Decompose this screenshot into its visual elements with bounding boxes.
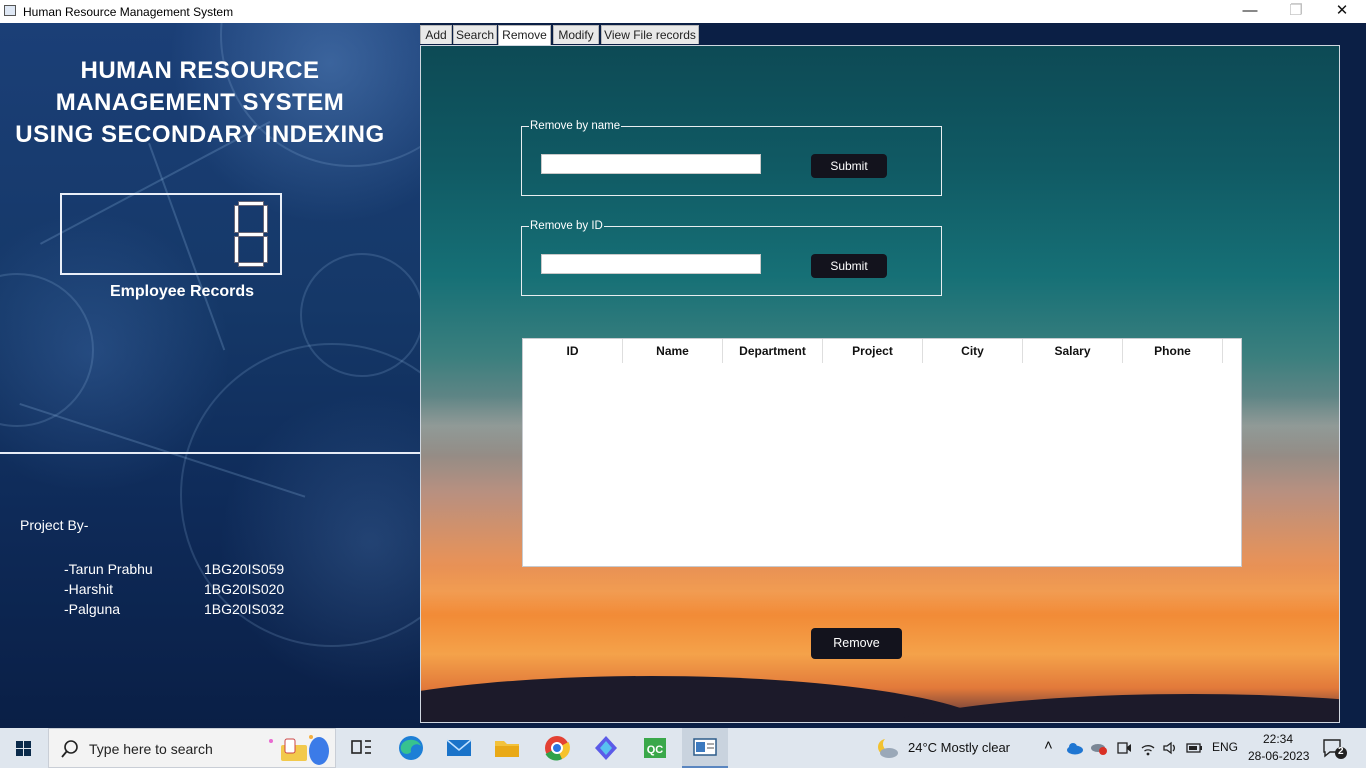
onedrive-icon[interactable] [1066,741,1084,755]
member-name: -Palguna [64,601,121,617]
member-usn: 1BG20IS032 [204,601,285,617]
weather-moon-icon [878,737,898,758]
column-header-city[interactable]: City [923,339,1023,363]
window-titlebar: Human Resource Management System — ❐ ✕ [0,0,1366,23]
show-hidden-icons-chevron-icon[interactable]: ˄ [1044,737,1053,754]
project-by-label: Project By- [20,517,89,533]
remove-by-name-submit-button[interactable]: Submit [811,154,887,178]
remove-by-id-submit-button[interactable]: Submit [811,254,887,278]
mail-icon [446,739,472,756]
hrms-app-button[interactable] [682,728,728,768]
window-title: Human Resource Management System [23,5,234,19]
weather-text[interactable]: 24°C Mostly clear [908,740,1010,755]
file-explorer-button[interactable] [486,728,528,768]
search-highlight-icon [269,735,329,765]
remove-by-name-group: Remove by name Submit [521,120,942,196]
language-indicator[interactable]: ENG [1212,740,1238,754]
app-icon [4,5,16,16]
chrome-app-button[interactable] [536,728,578,768]
clock-time[interactable]: 22:34 [1263,732,1293,746]
chrome-icon [545,736,570,761]
member-usn: 1BG20IS020 [204,581,285,597]
tab-view-file-records[interactable]: View File records [601,25,699,44]
copilot-app-button[interactable] [585,728,627,768]
folder-icon [495,741,519,757]
remove-tab-panel: Remove by name Submit Remove by ID Submi… [420,45,1340,723]
taskbar-search-box[interactable]: Type here to search [48,728,336,768]
remove-by-id-input[interactable] [541,254,761,274]
search-placeholder: Type here to search [89,741,213,757]
notification-count-badge: 2 [1338,746,1344,757]
member-name: -Harshit [64,581,114,597]
remove-button[interactable]: Remove [811,628,902,659]
qt-icon: QC [644,738,666,758]
windows-icon [16,741,31,756]
task-view-button[interactable] [340,728,382,768]
column-header-id[interactable]: ID [523,339,623,363]
maximize-button[interactable]: ❐ [1273,0,1319,23]
battery-icon[interactable] [1186,740,1204,756]
tab-search[interactable]: Search [453,25,497,44]
mail-app-button[interactable] [438,728,480,768]
wifi-icon[interactable] [1140,740,1156,756]
remove-by-id-legend: Remove by ID [530,220,603,232]
member-name: -Tarun Prabhu [64,561,153,577]
sky-haze [421,566,1339,616]
tab-add[interactable]: Add [420,25,452,44]
record-count-display [60,193,282,275]
close-button[interactable]: ✕ [1319,0,1365,23]
info-panel: HUMAN RESOURCE MANAGEMENT SYSTEM USING S… [0,23,420,727]
copilot-icon [595,736,617,760]
task-view-icon [351,740,371,754]
search-icon [61,740,78,758]
remove-by-name-legend: Remove by name [530,120,621,132]
results-table[interactable]: ID Name Department Project City Salary P… [522,338,1242,567]
column-header-phone[interactable]: Phone [1123,339,1223,363]
record-count-label: Employee Records [109,283,255,300]
panel-divider [0,452,420,454]
qt-creator-app-button[interactable]: QC [634,728,676,768]
tab-modify[interactable]: Modify [553,25,599,44]
notification-center-icon[interactable] [1322,738,1348,760]
svg-text:QC: QC [647,744,664,756]
lcd-digit [234,201,268,267]
volume-icon[interactable] [1162,740,1178,756]
minimize-button[interactable]: — [1227,0,1273,23]
column-header-name[interactable]: Name [623,339,723,363]
onedrive-error-icon[interactable] [1090,740,1108,756]
column-header-project[interactable]: Project [823,339,923,363]
meet-now-icon[interactable] [1116,740,1132,756]
app-heading: HUMAN RESOURCE MANAGEMENT SYSTEM USING S… [0,55,400,151]
clock-date[interactable]: 28-06-2023 [1248,749,1309,763]
edge-app-button[interactable] [390,728,432,768]
column-header-salary[interactable]: Salary [1023,339,1123,363]
app-window-icon [693,738,717,756]
edge-icon [399,736,423,760]
remove-by-id-group: Remove by ID Submit [521,220,942,296]
heading-line: MANAGEMENT SYSTEM [55,89,345,116]
remove-by-name-input[interactable] [541,154,761,174]
column-header-department[interactable]: Department [723,339,823,363]
start-button[interactable] [0,728,48,768]
member-usn: 1BG20IS059 [204,561,285,577]
heading-line: HUMAN RESOURCE [80,57,320,84]
tab-remove[interactable]: Remove [498,25,551,46]
windows-taskbar: Type here to search QC 24°C Mostly clear… [0,728,1366,768]
heading-line: USING SECONDARY INDEXING [15,121,385,148]
